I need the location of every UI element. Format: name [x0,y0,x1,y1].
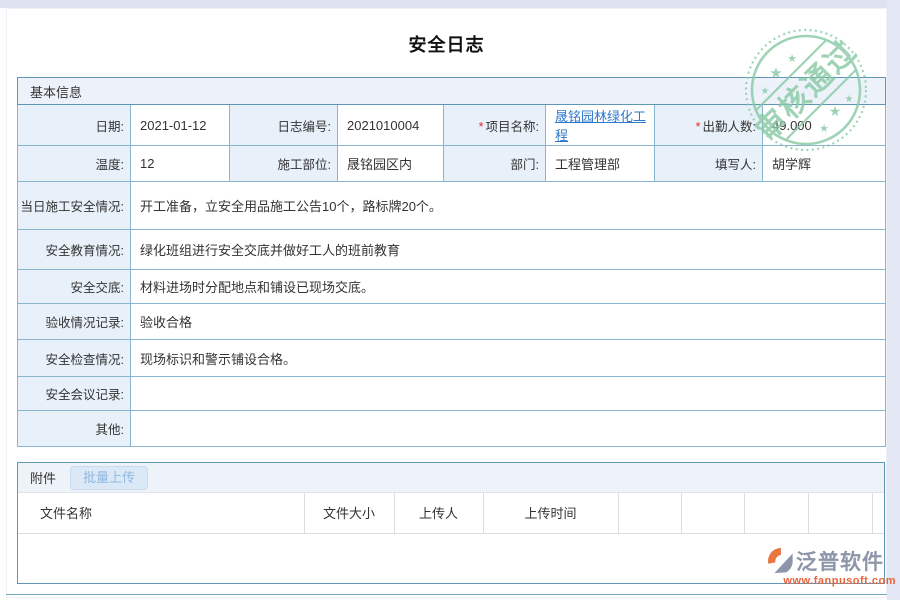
acceptance-record-value: 验收合格 [131,304,886,340]
safety-inspection-value: 现场标识和警示铺设合格。 [131,340,886,377]
attachments-header: 附件 批量上传 [18,463,884,493]
other-label: 其他: [18,411,131,447]
fanpu-logo-icon [766,547,794,575]
attendance-label: *出勤人数: [655,105,763,146]
brand-name: 泛普软件 [796,546,884,576]
log-number-label: 日志编号: [230,105,338,146]
safety-disclosure-label: 安全交底: [18,270,131,304]
col-empty [744,493,808,533]
next-section-border [6,594,887,595]
required-asterisk: * [479,120,484,134]
required-asterisk: * [696,120,701,134]
project-link[interactable]: 晟铭园林绿化工程 [555,109,646,143]
safety-disclosure-value: 材料进场时分配地点和铺设已现场交底。 [131,270,886,304]
col-empty [872,493,884,533]
project-name-value: 晟铭园林绿化工程 [546,105,655,146]
col-uploader: 上传人 [394,493,483,533]
other-value [131,411,886,447]
basic-info-table: 基本信息 日期: 2021-01-12 日志编号: 2021010004 *项目… [17,77,886,447]
safety-education-value: 绿化班组进行安全交底并做好工人的班前教育 [131,230,886,270]
attachments-panel: 附件 批量上传 文件名称 文件大小 上传人 上传时间 [17,462,885,584]
construction-site-label: 施工部位: [230,146,338,182]
safety-education-label: 安全教育情况: [18,230,131,270]
date-value: 2021-01-12 [131,105,230,146]
log-number-value: 2021010004 [338,105,444,146]
department-label: 部门: [444,146,546,182]
writer-label: 填写人: [655,146,763,182]
fanpu-logo: 泛普软件 www.fanpusoft.com [766,546,896,587]
section-header-basic-info: 基本信息 [18,78,886,105]
attachments-title: 附件 [30,468,56,487]
department-value: 工程管理部 [546,146,655,182]
page-content: 安全日志 基本信息 日期: 2021-01-12 日志编号: 202101000… [6,8,887,598]
col-file-size: 文件大小 [304,493,394,533]
col-upload-time: 上传时间 [483,493,618,533]
daily-safety-label: 当日施工安全情况: [18,182,131,230]
attachments-table: 文件名称 文件大小 上传人 上传时间 [18,493,884,534]
project-name-label: *项目名称: [444,105,546,146]
col-empty [681,493,744,533]
brand-url: www.fanpusoft.com [766,575,896,587]
acceptance-record-label: 验收情况记录: [18,304,131,340]
date-label: 日期: [18,105,131,146]
batch-upload-button[interactable]: 批量上传 [70,466,148,490]
temperature-label: 温度: [18,146,131,182]
top-strip [0,0,900,8]
daily-safety-value: 开工准备，立安全用品施工公告10个，路标牌20个。 [131,182,886,230]
right-strip [887,0,900,600]
col-file-name: 文件名称 [18,493,304,533]
safety-meeting-value [131,377,886,411]
safety-inspection-label: 安全检查情况: [18,340,131,377]
col-empty [808,493,872,533]
temperature-value: 12 [131,146,230,182]
safety-meeting-label: 安全会议记录: [18,377,131,411]
col-empty [618,493,681,533]
attendance-value: 49.000 [763,105,886,146]
construction-site-value: 晟铭园区内 [338,146,444,182]
page-title: 安全日志 [7,31,886,57]
writer-value: 胡学辉 [763,146,886,182]
